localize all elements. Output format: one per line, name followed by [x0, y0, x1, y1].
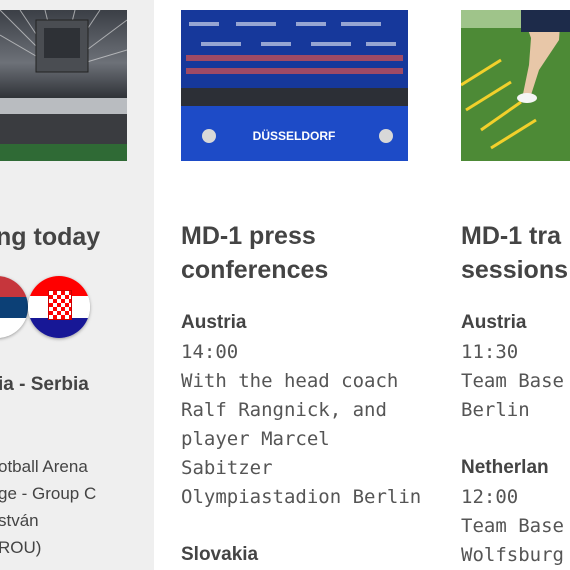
- city-banner-text: DÜSSELDORF: [253, 128, 336, 143]
- training-pitch-graphic: [461, 10, 570, 161]
- training-sessions-card[interactable]: MD-1 tra sessions Austria 11:30 Team Bas…: [434, 0, 570, 570]
- time-text: 14:00: [181, 341, 239, 363]
- country-label: Austria: [181, 312, 247, 333]
- detail-line: Ralf Rangnick, and: [181, 399, 387, 421]
- card-title-line: MD-1 tra: [461, 222, 562, 250]
- stadium-image: [0, 10, 127, 161]
- press-room-graphic: DÜSSELDORF: [181, 10, 408, 161]
- country-label: Slovakia: [181, 544, 259, 565]
- country-label: Netherlan: [461, 457, 549, 478]
- card-title-line: MD-1 press: [181, 222, 316, 250]
- venue-line: ROU): [0, 538, 42, 557]
- stadium-roof-graphic: [0, 10, 127, 161]
- press-conference-image: DÜSSELDORF: [181, 10, 408, 161]
- match-card-left[interactable]: ng today ia - Serbia otball Arena ge - G…: [0, 0, 154, 570]
- time-text: 12:00: [461, 486, 519, 508]
- detail-line: Wolfsburg: [461, 544, 564, 566]
- press-conferences-card[interactable]: DÜSSELDORF MD-1 press conferences Austri…: [154, 0, 434, 570]
- venue-line: stván: [0, 511, 39, 530]
- detail-line: Team Base: [461, 515, 564, 537]
- time-text: 11:30: [461, 341, 519, 363]
- detail-line: With the head coach: [181, 370, 399, 392]
- card-title-line: sessions: [461, 256, 569, 284]
- croatia-flag-icon: [28, 276, 90, 338]
- detail-line: Sabitzer: [181, 457, 273, 479]
- detail-line: player Marcel: [181, 428, 330, 450]
- detail-line: Team Base: [461, 370, 564, 392]
- training-image: [461, 10, 570, 161]
- venue-line: ge - Group C: [0, 484, 97, 503]
- serbia-flag-icon: [0, 276, 28, 338]
- detail-line: Olympiastadion Berlin: [181, 486, 422, 508]
- card-title: ng today: [0, 223, 101, 251]
- country-label: Austria: [461, 312, 527, 333]
- venue-line: otball Arena: [0, 457, 88, 476]
- fixture-text: ia - Serbia: [0, 374, 89, 395]
- detail-line: Berlin: [461, 399, 530, 421]
- card-title-line: conferences: [181, 256, 329, 284]
